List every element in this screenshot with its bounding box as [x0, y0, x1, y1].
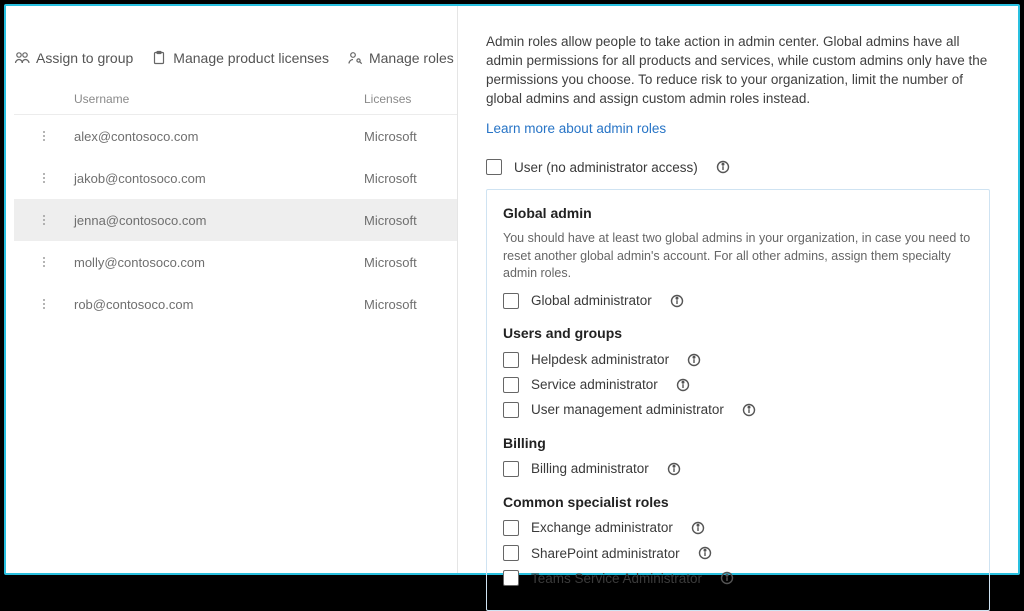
person-key-icon: [347, 50, 363, 66]
cell-username: alex@contosoco.com: [74, 129, 364, 144]
role-option-user-no-admin[interactable]: User (no administrator access): [486, 158, 990, 177]
row-more-icon[interactable]: [14, 171, 74, 185]
section-title-global: Global admin: [503, 204, 973, 224]
column-header-username[interactable]: Username: [74, 92, 364, 106]
checkbox[interactable]: [503, 377, 519, 393]
role-groups-box: Global admin You should have at least tw…: [486, 189, 990, 611]
info-icon[interactable]: [742, 403, 756, 417]
section-title-billing: Billing: [503, 434, 973, 454]
fade-overlay: [6, 373, 458, 573]
checkbox[interactable]: [503, 461, 519, 477]
role-option[interactable]: User management administrator: [503, 400, 973, 419]
info-icon[interactable]: [676, 378, 690, 392]
row-more-icon[interactable]: [14, 255, 74, 269]
info-icon[interactable]: [691, 521, 705, 535]
learn-more-link[interactable]: Learn more about admin roles: [486, 119, 666, 138]
toolbar-label: Manage roles: [369, 50, 454, 66]
checkbox[interactable]: [503, 570, 519, 586]
panel-description: Admin roles allow people to take action …: [486, 32, 990, 109]
group-icon: [14, 50, 30, 66]
toolbar-label: Assign to group: [36, 50, 133, 66]
manage-roles-button[interactable]: Manage roles: [347, 50, 454, 66]
cell-username: jenna@contosoco.com: [74, 213, 364, 228]
info-icon[interactable]: [720, 571, 734, 585]
checkbox[interactable]: [503, 545, 519, 561]
section-title-specialist: Common specialist roles: [503, 493, 973, 513]
role-option[interactable]: Billing administrator: [503, 459, 973, 478]
row-more-icon[interactable]: [14, 297, 74, 311]
role-option[interactable]: Global administrator: [503, 291, 973, 310]
info-icon[interactable]: [687, 353, 701, 367]
row-more-icon[interactable]: [14, 129, 74, 143]
table-header-row: Username Licenses: [14, 82, 514, 115]
info-icon[interactable]: [698, 546, 712, 560]
role-label: Global administrator: [531, 291, 652, 310]
table-row[interactable]: alex@contosoco.comMicrosoft: [14, 115, 514, 157]
role-option[interactable]: Service administrator: [503, 375, 973, 394]
role-label: SharePoint administrator: [531, 544, 680, 563]
section-desc-global: You should have at least two global admi…: [503, 230, 973, 283]
checkbox[interactable]: [503, 520, 519, 536]
role-label: Billing administrator: [531, 459, 649, 478]
role-option[interactable]: Exchange administrator: [503, 518, 973, 537]
role-label: Service administrator: [531, 375, 658, 394]
manage-licenses-button[interactable]: Manage product licenses: [151, 50, 329, 66]
role-label: Exchange administrator: [531, 518, 673, 537]
info-icon[interactable]: [716, 160, 730, 174]
toolbar-label: Manage product licenses: [173, 50, 329, 66]
checkbox[interactable]: [503, 402, 519, 418]
table-row[interactable]: jakob@contosoco.comMicrosoft: [14, 157, 514, 199]
checkbox[interactable]: [503, 352, 519, 368]
role-label: User (no administrator access): [514, 158, 698, 177]
section-title-users-groups: Users and groups: [503, 324, 973, 344]
clipboard-icon: [151, 50, 167, 66]
checkbox[interactable]: [503, 293, 519, 309]
table-row[interactable]: molly@contosoco.comMicrosoft: [14, 241, 514, 283]
table-row[interactable]: jenna@contosoco.comMicrosoft: [14, 199, 514, 241]
role-label: Helpdesk administrator: [531, 350, 669, 369]
role-label: Teams Service Administrator: [531, 569, 702, 588]
roles-panel: Admin roles allow people to take action …: [458, 6, 1018, 573]
assign-to-group-button[interactable]: Assign to group: [14, 50, 133, 66]
role-label: User management administrator: [531, 400, 724, 419]
cell-username: molly@contosoco.com: [74, 255, 364, 270]
info-icon[interactable]: [667, 462, 681, 476]
table-row[interactable]: rob@contosoco.comMicrosoft: [14, 283, 514, 325]
role-option[interactable]: Helpdesk administrator: [503, 350, 973, 369]
checkbox[interactable]: [486, 159, 502, 175]
info-icon[interactable]: [670, 294, 684, 308]
row-more-icon[interactable]: [14, 213, 74, 227]
cell-username: rob@contosoco.com: [74, 297, 364, 312]
cell-username: jakob@contosoco.com: [74, 171, 364, 186]
users-table: Username Licenses alex@contosoco.comMicr…: [14, 82, 514, 325]
role-option[interactable]: SharePoint administrator: [503, 544, 973, 563]
role-option[interactable]: Teams Service Administrator: [503, 569, 973, 588]
